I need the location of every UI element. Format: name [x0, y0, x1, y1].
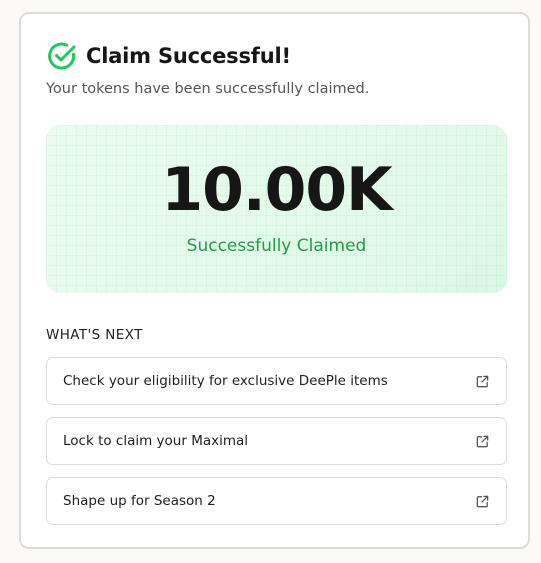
- whats-next-list: Check your eligibility for exclusive Dee…: [46, 357, 507, 537]
- external-link-icon: [476, 495, 489, 508]
- check-circle-icon: [48, 42, 76, 70]
- page-title: Claim Successful!: [86, 44, 291, 68]
- next-item-lock-maximal[interactable]: Lock to claim your Maximal: [46, 417, 507, 465]
- next-item-season-2[interactable]: Shape up for Season 2: [46, 477, 507, 525]
- next-item-label: Lock to claim your Maximal: [63, 433, 249, 449]
- next-item-label: Shape up for Season 2: [63, 493, 216, 509]
- next-item-label: Check your eligibility for exclusive Dee…: [63, 373, 388, 389]
- card-header: Claim Successful!: [46, 40, 291, 72]
- next-item-eligibility[interactable]: Check your eligibility for exclusive Dee…: [46, 357, 507, 405]
- claimed-amount-panel: 10.00K Successfully Claimed: [46, 125, 507, 293]
- claimed-amount: 10.00K: [161, 155, 392, 225]
- claim-success-card: Claim Successful! Your tokens have been …: [19, 12, 530, 549]
- external-link-icon: [476, 375, 489, 388]
- whats-next-heading: WHAT'S NEXT: [46, 327, 143, 343]
- external-link-icon: [476, 435, 489, 448]
- subtitle: Your tokens have been successfully claim…: [46, 81, 370, 97]
- claimed-status: Successfully Claimed: [186, 236, 367, 256]
